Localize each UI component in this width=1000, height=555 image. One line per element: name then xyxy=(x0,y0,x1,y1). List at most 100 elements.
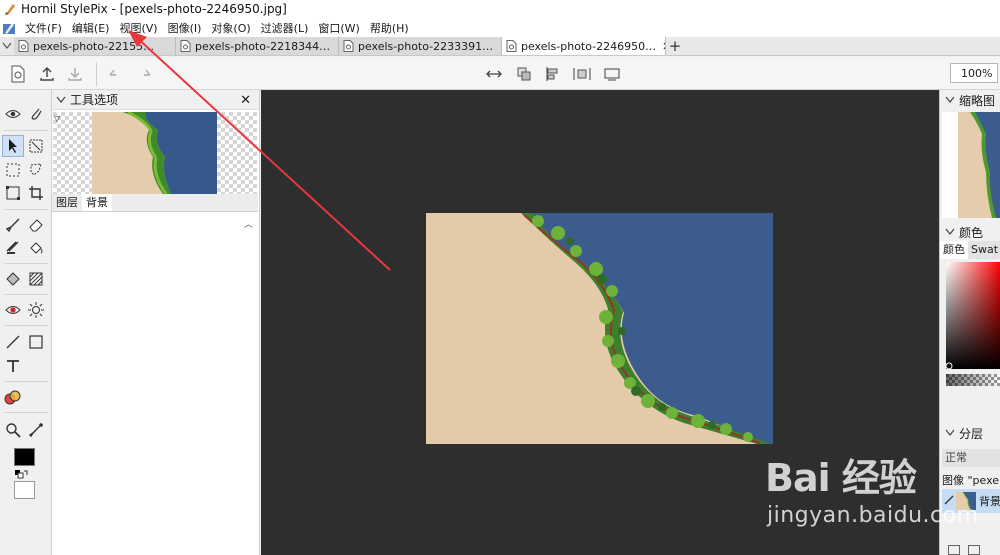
toolbar-separator xyxy=(96,62,97,86)
document-tab[interactable]: pexels-photo-22155… xyxy=(14,37,176,55)
tool-separator xyxy=(4,325,48,326)
title-bar: Hornil StylePix - [pexels-photo-2246950.… xyxy=(0,0,1000,18)
blend-mode-select[interactable]: 正常 xyxy=(942,449,1000,467)
tool-transform[interactable] xyxy=(25,135,47,157)
tool-eraser[interactable] xyxy=(25,214,47,236)
document-tab-label: pexels-photo-22155… xyxy=(33,39,155,53)
document-tab[interactable]: pexels-photo-2218344… xyxy=(176,37,339,55)
color-panel-title: 颜色 xyxy=(959,225,984,240)
menu-view[interactable]: 视图(V) xyxy=(114,20,162,36)
close-icon[interactable]: ✕ xyxy=(240,93,251,108)
tool-select-pointer[interactable] xyxy=(2,135,24,157)
tab-background[interactable]: 背景 xyxy=(82,194,112,211)
tool-rect-select[interactable] xyxy=(2,159,24,181)
redo-button[interactable] xyxy=(136,64,156,84)
app-menu-icon[interactable] xyxy=(2,21,16,35)
redo-icon xyxy=(144,69,151,76)
tool-clone[interactable] xyxy=(2,237,24,259)
tool-color-balls[interactable] xyxy=(2,387,24,409)
tool-red-eye[interactable] xyxy=(2,299,24,321)
tab-layer[interactable]: 图层 xyxy=(52,194,82,211)
pattern-icon xyxy=(29,272,43,286)
tool-view[interactable] xyxy=(2,103,24,125)
shape-edit-icon xyxy=(6,272,20,286)
flip-horizontal-icon xyxy=(486,70,502,78)
menu-filter[interactable]: 过滤器(L) xyxy=(256,20,314,36)
tool-lasso[interactable] xyxy=(25,159,47,181)
align-button[interactable] xyxy=(542,64,562,84)
new-tab-button[interactable]: + xyxy=(666,37,684,55)
document-tab-active[interactable]: pexels-photo-2246950… ✕ xyxy=(502,37,666,55)
upload-button[interactable] xyxy=(37,64,57,84)
brush-icon xyxy=(944,495,954,505)
new-document-button[interactable] xyxy=(8,64,28,84)
background-color-swatch[interactable] xyxy=(13,480,35,500)
zoom-level-input[interactable]: 100% xyxy=(950,63,998,83)
right-panels: 缩略图 颜色 颜色 Swat 分层 正常 图像 "pexel 背景 xyxy=(939,90,1000,555)
color-picker-field[interactable] xyxy=(946,262,1000,369)
tool-fill[interactable] xyxy=(25,237,47,259)
tool-crop-frame[interactable] xyxy=(2,182,24,204)
tool-brush[interactable] xyxy=(2,214,24,236)
scroll-up-icon[interactable]: ︿ xyxy=(244,217,253,230)
tool-crop[interactable] xyxy=(25,182,47,204)
menu-window[interactable]: 窗口(W) xyxy=(313,20,364,36)
document-tab[interactable]: pexels-photo-2233391… xyxy=(339,37,502,55)
window-title: Hornil StylePix - [pexels-photo-2246950.… xyxy=(21,2,287,16)
chevron-down-icon[interactable] xyxy=(945,96,955,104)
thumbnail-panel-header: 缩略图 xyxy=(940,90,1000,110)
chevron-down-icon[interactable] xyxy=(945,429,955,437)
menu-file[interactable]: 文件(F) xyxy=(20,20,67,36)
tool-rectangle[interactable] xyxy=(25,331,47,353)
eraser-icon xyxy=(29,219,43,232)
undo-icon xyxy=(109,69,116,76)
tool-line[interactable] xyxy=(2,331,24,353)
tab-swatches[interactable]: Swat xyxy=(968,241,1000,259)
new-layer-icon[interactable] xyxy=(948,545,960,555)
triangle-indicator-icon: ▽ xyxy=(54,114,61,123)
distribute-button[interactable] xyxy=(572,64,592,84)
arrange-icon xyxy=(517,67,531,81)
brush-icon xyxy=(5,218,20,233)
upload-icon xyxy=(40,67,54,81)
foreground-color-swatch[interactable] xyxy=(13,447,35,467)
download-button[interactable] xyxy=(65,64,85,84)
tool-brightness[interactable] xyxy=(25,299,47,321)
navigator-thumbnail[interactable] xyxy=(942,112,1000,218)
tool-pin[interactable] xyxy=(25,103,47,125)
color-mix-icon xyxy=(4,390,21,405)
clone-stamp-icon xyxy=(6,241,19,254)
tool-eyedropper[interactable] xyxy=(25,419,47,441)
tool-zoom[interactable] xyxy=(2,419,24,441)
text-icon xyxy=(7,360,19,372)
chevron-down-icon[interactable] xyxy=(945,228,955,236)
tool-separator xyxy=(4,381,48,382)
layer-preview-thumbnail xyxy=(53,112,257,194)
undo-button[interactable] xyxy=(104,64,124,84)
canvas-size-button[interactable] xyxy=(602,64,622,84)
menu-image[interactable]: 图像(I) xyxy=(163,20,207,36)
arrange-button[interactable] xyxy=(514,64,534,84)
menu-object[interactable]: 对象(O) xyxy=(206,20,255,36)
tool-text[interactable] xyxy=(2,355,24,377)
tab-list-dropdown[interactable] xyxy=(0,37,14,55)
tab-color[interactable]: 颜色 xyxy=(940,241,968,259)
layer-properties-icon[interactable] xyxy=(968,545,980,555)
menu-help[interactable]: 帮助(H) xyxy=(365,20,414,36)
app-logo-icon xyxy=(5,4,15,15)
tool-shape-edit[interactable] xyxy=(2,268,24,290)
tool-pattern[interactable] xyxy=(25,268,47,290)
tool-options-tabs: 图层 背景 xyxy=(52,194,258,212)
magnifier-icon xyxy=(6,423,21,438)
canvas-area[interactable] xyxy=(261,90,939,555)
distribute-icon xyxy=(573,68,591,80)
alpha-slider[interactable] xyxy=(946,374,1000,386)
download-icon xyxy=(68,68,82,81)
document-icon xyxy=(343,40,354,52)
layer-row[interactable]: 背景 xyxy=(942,489,1000,513)
menu-edit[interactable]: 编辑(E) xyxy=(67,20,115,36)
swap-colors-icon[interactable] xyxy=(14,468,28,480)
flip-horizontal-button[interactable] xyxy=(484,64,504,84)
image-canvas[interactable] xyxy=(426,213,773,444)
chevron-down-icon[interactable] xyxy=(56,96,66,104)
